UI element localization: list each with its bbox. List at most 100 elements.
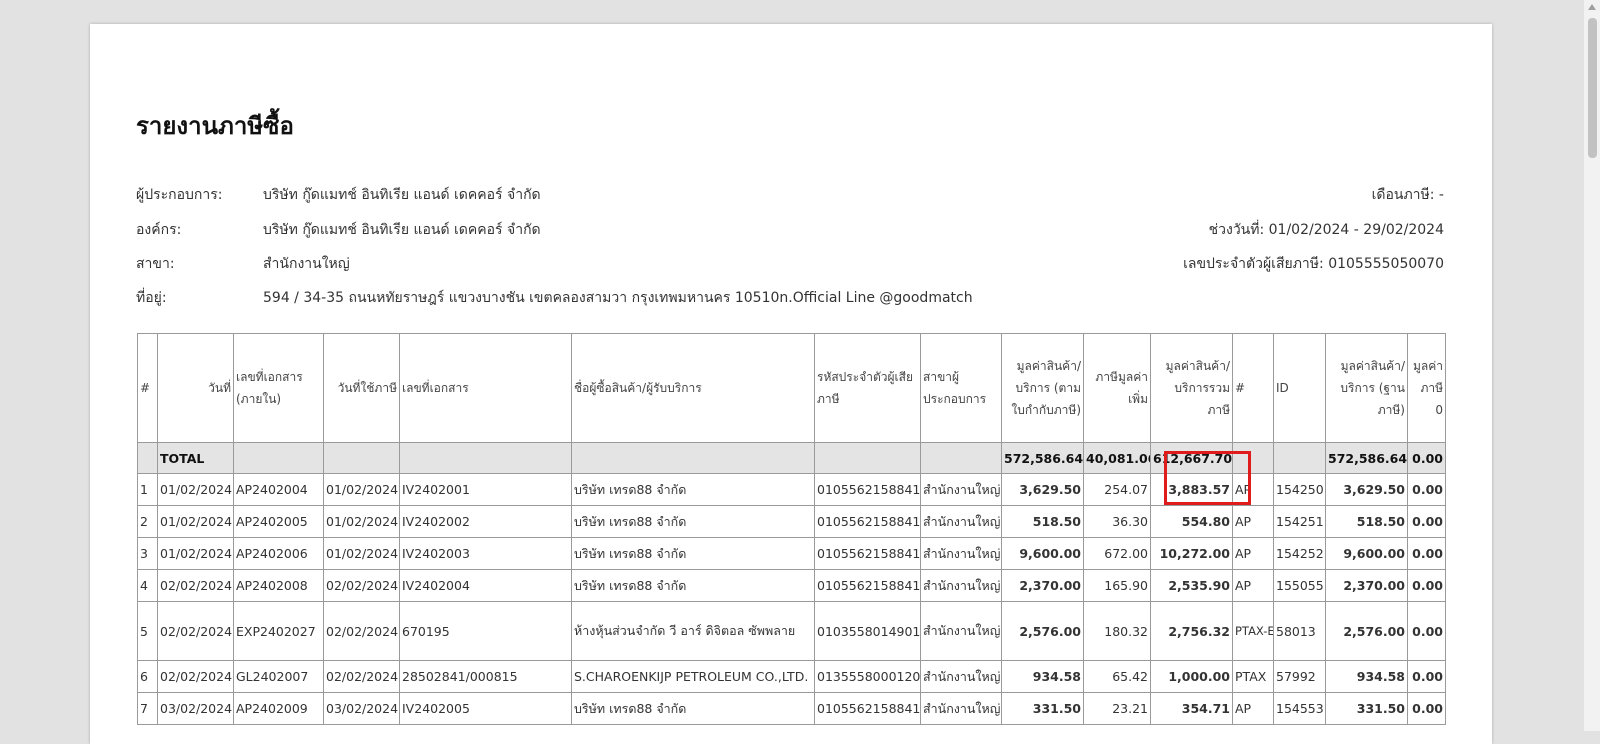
row-tax-date: 03/02/2024 — [323, 692, 400, 725]
row-vat: 672.00 — [1083, 537, 1151, 570]
row-value-base: 518.50 — [1325, 505, 1408, 538]
row-branch: สำนักงานใหญ่ — [920, 505, 1002, 538]
row-doc-no: IV2402001 — [399, 473, 572, 506]
row-tax-date: 01/02/2024 — [323, 473, 400, 506]
row-vendor: บริษัท เทรด88 จำกัด — [571, 505, 815, 538]
row-id: 154251 — [1273, 505, 1326, 538]
row-doc-no: IV2402005 — [399, 692, 572, 725]
row-vendor: S.CHAROENKIJP PETROLEUM CO.,LTD. — [571, 660, 815, 693]
table-row: 4 02/02/2024 AP2402008 02/02/2024 IV2402004 บ… — [137, 569, 1446, 602]
scroll-thumb[interactable] — [1588, 18, 1597, 158]
header-value-base: มูลค่าสินค้า/ บริการ (ฐานภาษี) — [1325, 333, 1408, 443]
row-value-zero: 0.00 — [1407, 569, 1446, 602]
row-doc-internal: GL2402007 — [233, 660, 324, 693]
row-value-invoice: 518.50 — [1001, 505, 1084, 538]
date-range: ช่วงวันที่: 01/02/2024 - 29/02/2024 — [1208, 222, 1444, 238]
header-value-invoice: มูลค่าสินค้า/ บริการ (ตามใบกำกับภาษี) — [1001, 333, 1084, 443]
row-total-incl: 2,756.32 — [1150, 601, 1233, 661]
purchase-tax-table: # วันที่ เลขที่เอกสาร (ภายใน) วันที่ใช้ภ… — [137, 333, 1446, 725]
row-doc-internal: EXP2402027 — [233, 601, 324, 661]
row-total-incl: 1,000.00 — [1150, 660, 1233, 693]
report-title: รายงานภาษีซื้อ — [136, 112, 294, 140]
total-cell-empty — [233, 442, 324, 474]
total-cell-empty — [1273, 442, 1326, 474]
row-total-incl: 354.71 — [1150, 692, 1233, 725]
total-cell-empty — [920, 442, 1002, 474]
row-date: 01/02/2024 — [157, 537, 234, 570]
total-cell-empty — [323, 442, 400, 474]
row-vendor: ห้างหุ้นส่วนจำกัด วี อาร์ ดิจิตอล ซัพพลา… — [571, 601, 815, 661]
row-tax-id: 0105562158841 — [814, 537, 921, 570]
address-value: 594 / 34-35 ถนนหทัยราษฎร์ แขวงบางชัน เขต… — [263, 290, 973, 306]
row-vat: 36.30 — [1083, 505, 1151, 538]
total-cell-empty — [137, 442, 158, 474]
tax-month: เดือนภาษี: - — [1371, 187, 1444, 203]
row-tax-id: 0105562158841 — [814, 692, 921, 725]
row-vendor: บริษัท เทรด88 จำกัด — [571, 569, 815, 602]
row-tax-date: 02/02/2024 — [323, 569, 400, 602]
row-hash: AP — [1232, 505, 1274, 538]
row-date: 02/02/2024 — [157, 569, 234, 602]
org-label: องค์กร: — [136, 222, 182, 238]
row-doc-no: IV2402003 — [399, 537, 572, 570]
row-value-invoice: 2,370.00 — [1001, 569, 1084, 602]
row-tax-date: 02/02/2024 — [323, 660, 400, 693]
tax-id: เลขประจำตัวผู้เสียภาษี: 0105555050070 — [1183, 256, 1444, 272]
vertical-scrollbar[interactable] — [1584, 0, 1600, 731]
row-branch: สำนักงานใหญ่ — [920, 473, 1002, 506]
row-date: 01/02/2024 — [157, 505, 234, 538]
row-value-invoice: 2,576.00 — [1001, 601, 1084, 661]
row-value-zero: 0.00 — [1407, 692, 1446, 725]
header-tax-id: รหัสประจำตัวผู้เสียภาษี — [814, 333, 921, 443]
table-row: 6 02/02/2024 GL2402007 02/02/2024 28502841/0… — [137, 660, 1446, 693]
row-id: 154553 — [1273, 692, 1326, 725]
row-tax-date: 02/02/2024 — [323, 601, 400, 661]
table-row: 2 01/02/2024 AP2402005 01/02/2024 IV2402002 บ… — [137, 505, 1446, 538]
row-no: 7 — [137, 692, 158, 725]
header-tax-date: วันที่ใช้ภาษี — [323, 333, 400, 443]
row-no: 1 — [137, 473, 158, 506]
row-vat: 165.90 — [1083, 569, 1151, 602]
row-branch: สำนักงานใหญ่ — [920, 537, 1002, 570]
operator-value: บริษัท กู๊ดแมทช์ อินทิเรีย แอนด์ เดคคอร์… — [263, 187, 541, 203]
row-vat: 65.42 — [1083, 660, 1151, 693]
operator-label: ผู้ประกอบการ: — [136, 187, 223, 203]
total-value-zero: 0.00 — [1407, 442, 1446, 474]
row-tax-id: 0105562158841 — [814, 473, 921, 506]
row-hash: AP — [1232, 692, 1274, 725]
header-branch: สาขาผู้ประกอบการ — [920, 333, 1002, 443]
row-no: 5 — [137, 601, 158, 661]
header-value-zero: มูลค่าภาษี 0 — [1407, 333, 1446, 443]
row-doc-internal: AP2402004 — [233, 473, 324, 506]
row-vat: 23.21 — [1083, 692, 1151, 725]
vat-total-highlight-box — [1164, 451, 1251, 505]
header-doc-internal: เลขที่เอกสาร (ภายใน) — [233, 333, 324, 443]
row-value-base: 2,576.00 — [1325, 601, 1408, 661]
header-date: วันที่ — [157, 333, 234, 443]
row-value-invoice: 934.58 — [1001, 660, 1084, 693]
row-value-zero: 0.00 — [1407, 537, 1446, 570]
row-value-invoice: 331.50 — [1001, 692, 1084, 725]
row-value-invoice: 3,629.50 — [1001, 473, 1084, 506]
scroll-up-arrow-icon[interactable] — [1588, 4, 1596, 10]
table-row: 7 03/02/2024 AP2402009 03/02/2024 IV2402005 บ… — [137, 692, 1446, 725]
row-doc-internal: AP2402006 — [233, 537, 324, 570]
total-cell-empty — [571, 442, 815, 474]
row-id: 57992 — [1273, 660, 1326, 693]
row-value-base: 9,600.00 — [1325, 537, 1408, 570]
header-no: # — [137, 333, 158, 443]
row-tax-id: 0105562158841 — [814, 569, 921, 602]
row-hash: PTAX-EX — [1232, 601, 1274, 661]
header-row: # วันที่ เลขที่เอกสาร (ภายใน) วันที่ใช้ภ… — [137, 333, 1446, 443]
address-label: ที่อยู่: — [136, 290, 167, 306]
row-id: 155055 — [1273, 569, 1326, 602]
row-no: 2 — [137, 505, 158, 538]
row-value-zero: 0.00 — [1407, 660, 1446, 693]
row-vat: 180.32 — [1083, 601, 1151, 661]
row-value-zero: 0.00 — [1407, 473, 1446, 506]
header-id: ID — [1273, 333, 1326, 443]
row-no: 4 — [137, 569, 158, 602]
row-value-base: 2,370.00 — [1325, 569, 1408, 602]
table-row: 5 02/02/2024 EXP2402027 02/02/2024 670195 ห้า… — [137, 601, 1446, 661]
row-hash: AP — [1232, 569, 1274, 602]
